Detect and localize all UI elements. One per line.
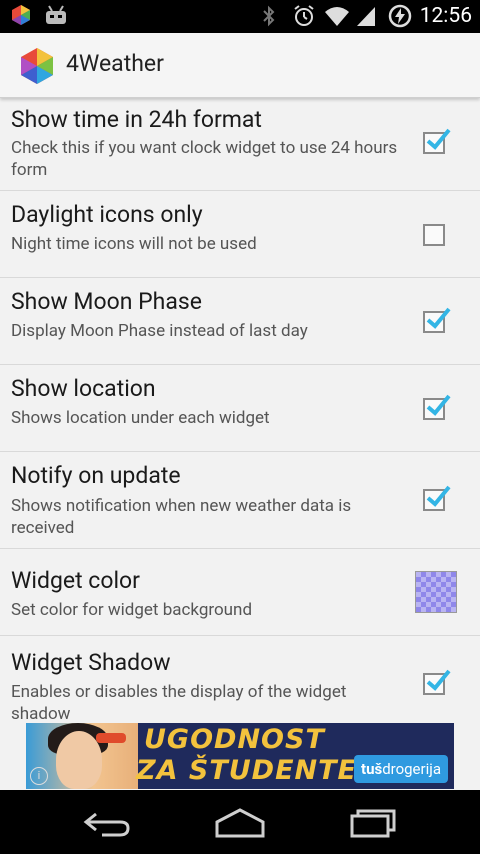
battery-charging-icon	[388, 4, 412, 28]
home-icon[interactable]	[214, 808, 266, 842]
pref-summary: Set color for widget background	[11, 600, 253, 620]
pref-summary: Enables or disables the display of the w…	[11, 682, 347, 724]
pref-show-location[interactable]: Show location Shows location under each …	[0, 365, 480, 452]
pref-summary: Check this if you want clock widget to u…	[11, 138, 398, 180]
pref-title: Daylight icons only	[11, 201, 203, 228]
wifi-icon	[324, 4, 349, 28]
pref-widget-shadow[interactable]: Widget Shadow Enables or disables the di…	[0, 636, 480, 726]
pref-summary: Shows notification when new weather data…	[11, 496, 352, 538]
ad-banner[interactable]: i UGODNOST ZA ŠTUDENTE tušdrogerija	[26, 723, 454, 789]
pref-show-time-24h[interactable]: Show time in 24h format Check this if yo…	[0, 98, 480, 191]
bluetooth-icon	[260, 4, 284, 28]
ad-info-icon[interactable]: i	[30, 767, 48, 785]
checkbox-widget-shadow[interactable]	[423, 669, 451, 695]
pref-title: Show location	[11, 375, 156, 402]
checkbox-notify-on-update[interactable]	[423, 485, 451, 511]
app-title: 4Weather	[66, 50, 164, 77]
signal-icon	[356, 4, 380, 28]
pref-widget-color[interactable]: Widget color Set color for widget backgr…	[0, 549, 480, 636]
4weather-logo-icon[interactable]	[18, 47, 56, 85]
recent-apps-icon[interactable]	[350, 808, 398, 842]
action-bar: 4Weather	[0, 33, 480, 98]
pref-title: Widget Shadow	[11, 649, 171, 676]
status-clock: 12:56	[419, 4, 472, 28]
pref-title: Widget color	[11, 567, 140, 594]
android-debug-icon	[44, 4, 68, 28]
pref-notify-on-update[interactable]: Notify on update Shows notification when…	[0, 452, 480, 549]
pref-title: Notify on update	[11, 462, 181, 489]
pref-title: Show time in 24h format	[11, 106, 262, 133]
ad-headline-2: ZA ŠTUDENTE	[136, 755, 357, 786]
alarm-icon	[292, 4, 316, 28]
pref-title: Show Moon Phase	[11, 288, 202, 315]
ad-brand-badge: tušdrogerija	[354, 755, 448, 783]
pref-daylight-icons-only[interactable]: Daylight icons only Night time icons wil…	[0, 191, 480, 278]
checkbox-show-moon-phase[interactable]	[423, 307, 451, 333]
checkbox-daylight-icons-only[interactable]	[423, 224, 445, 246]
back-icon[interactable]	[82, 808, 130, 842]
preferences-list: Show time in 24h format Check this if yo…	[0, 98, 480, 726]
pref-summary: Display Moon Phase instead of last day	[11, 321, 308, 341]
status-bar: 12:56	[0, 0, 480, 33]
widget-color-swatch[interactable]	[415, 571, 457, 613]
checkbox-show-location[interactable]	[423, 394, 451, 420]
app-notification-icon	[10, 4, 34, 28]
pref-summary: Shows location under each widget	[11, 408, 270, 428]
checkbox-show-time-24h[interactable]	[423, 128, 451, 154]
pref-summary: Night time icons will not be used	[11, 234, 257, 254]
pref-show-moon-phase[interactable]: Show Moon Phase Display Moon Phase inste…	[0, 278, 480, 365]
nav-bar	[0, 790, 480, 854]
ad-headline-1: UGODNOST	[144, 724, 325, 755]
